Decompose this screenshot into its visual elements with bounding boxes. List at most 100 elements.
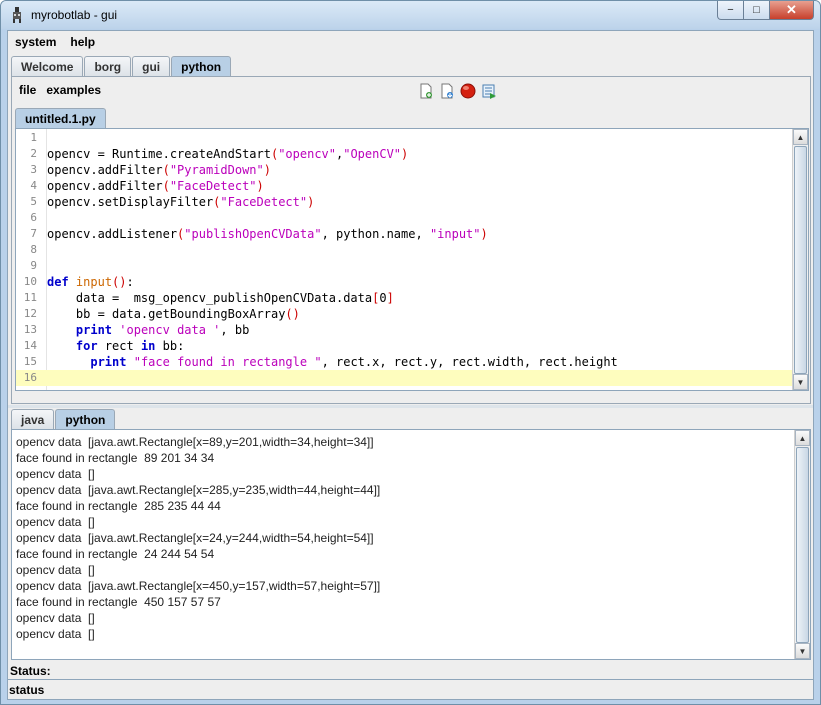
client-area: system help Welcome borg gui python file…	[7, 30, 814, 700]
code-line[interactable]: 8	[16, 242, 794, 258]
arrow-up-icon: ▲	[798, 433, 807, 443]
code-line[interactable]: 13 print 'opencv data ', bb	[16, 322, 794, 338]
code-area[interactable]: 1 2 opencv = Runtime.createAndStart("openc…	[16, 130, 794, 386]
console-lines: opencv data [java.awt.Rectangle[x=89,y=2…	[16, 434, 380, 642]
code-line[interactable]: 3 opencv.addFilter("PyramidDown")	[16, 162, 794, 178]
close-button[interactable]: ✕	[770, 1, 814, 20]
code-line[interactable]: 5 opencv.setDisplayFilter("FaceDetect")	[16, 194, 794, 210]
console-output[interactable]: opencv data [java.awt.Rectangle[x=89,y=2…	[11, 429, 811, 660]
code-text: for rect in bb:	[75, 339, 185, 353]
code-line[interactable]: 1	[16, 130, 794, 146]
code-line[interactable]: 15 print "face found in rectangle ", rec…	[16, 354, 794, 370]
menu-bar: system help	[8, 31, 813, 53]
line-number: 10	[23, 275, 37, 288]
line-number: 4	[30, 179, 37, 192]
code-line[interactable]: 12 bb = data.getBoundingBoxArray()	[16, 306, 794, 322]
editor-scrollbar[interactable]: ▲ ▼	[792, 129, 808, 390]
tab-java[interactable]: java	[11, 409, 55, 429]
code-text: opencv.addFilter("FaceDetect")	[47, 179, 264, 193]
code-text: print 'opencv data ', bb	[75, 323, 250, 337]
minimize-button[interactable]: −	[717, 1, 744, 20]
window-controls: − □ ✕	[717, 1, 814, 20]
line-number: 13	[23, 323, 37, 336]
status-label: Status:	[10, 664, 51, 678]
scroll-down-button[interactable]: ▼	[795, 643, 810, 659]
stop-icon[interactable]	[460, 83, 476, 99]
code-line[interactable]: 7 opencv.addListener("publishOpenCVData",…	[16, 226, 794, 242]
console-tabs: java python	[11, 409, 116, 429]
code-line[interactable]: 14 for rect in bb:	[16, 338, 794, 354]
code-text: opencv.setDisplayFilter("FaceDetect")	[47, 195, 315, 209]
tab-python-console[interactable]: python	[55, 409, 116, 429]
console-line: opencv data []	[16, 563, 95, 577]
code-line[interactable]: 9	[16, 258, 794, 274]
split-divider[interactable]	[8, 405, 813, 408]
code-line[interactable]: 4 opencv.addFilter("FaceDetect")	[16, 178, 794, 194]
console-line: opencv data [java.awt.Rectangle[x=89,y=2…	[16, 435, 374, 449]
service-tabs: Welcome borg gui python	[11, 56, 232, 76]
maximize-icon: □	[753, 4, 760, 16]
scroll-thumb[interactable]	[794, 146, 807, 374]
code-text: opencv.addFilter("PyramidDown")	[47, 163, 271, 177]
code-line[interactable]: 16	[16, 370, 794, 386]
line-number: 6	[30, 211, 37, 224]
window-title: myrobotlab - gui	[31, 8, 118, 22]
line-number: 7	[30, 227, 37, 240]
console-line: opencv data [java.awt.Rectangle[x=24,y=2…	[16, 531, 374, 545]
tab-welcome[interactable]: Welcome	[11, 56, 84, 76]
code-text: data = msg_opencv_publishOpenCVData.data…	[47, 291, 394, 305]
console-line: opencv data []	[16, 467, 95, 481]
title-bar[interactable]: myrobotlab - gui − □ ✕	[1, 1, 820, 29]
console-line: opencv data []	[16, 627, 95, 641]
python-menu: file examples	[19, 83, 111, 97]
minimize-icon: −	[727, 4, 734, 16]
console-line: opencv data []	[16, 515, 95, 529]
console-line: opencv data [java.awt.Rectangle[x=450,y=…	[16, 579, 381, 593]
scroll-down-button[interactable]: ▼	[793, 374, 808, 390]
open-file-icon[interactable]	[439, 83, 455, 99]
arrow-down-icon: ▼	[796, 377, 805, 387]
close-icon: ✕	[786, 2, 797, 17]
menu-file[interactable]: file	[19, 83, 36, 97]
python-panel: file examples untitled.1.py 1 2 opencv =…	[11, 76, 811, 404]
line-number: 5	[30, 195, 37, 208]
console-line: face found in rectangle 24 244 54 54	[16, 547, 215, 561]
code-line[interactable]: 11 data = msg_opencv_publishOpenCVData.d…	[16, 290, 794, 306]
console-line: face found in rectangle 450 157 57 57	[16, 595, 221, 609]
app-window: myrobotlab - gui − □ ✕ system help Welco…	[0, 0, 821, 705]
status-bar: status	[9, 683, 45, 697]
line-number: 3	[30, 163, 37, 176]
status-separator	[7, 679, 814, 680]
code-text: print "face found in rectangle ", rect.x…	[90, 355, 618, 369]
robot-app-icon	[13, 7, 21, 23]
execute-icon[interactable]	[481, 83, 497, 99]
code-line[interactable]: 2 opencv = Runtime.createAndStart("opencv…	[16, 146, 794, 162]
line-number: 12	[23, 307, 37, 320]
menu-system[interactable]: system	[15, 35, 56, 49]
line-number: 11	[23, 291, 37, 304]
menu-examples[interactable]: examples	[46, 83, 101, 97]
console-scrollbar[interactable]: ▲ ▼	[794, 430, 810, 659]
python-toolbar	[418, 83, 497, 99]
tab-borg[interactable]: borg	[84, 56, 132, 76]
code-text: bb = data.getBoundingBoxArray()	[47, 307, 300, 321]
code-line[interactable]: 10 def input():	[16, 274, 794, 290]
scroll-up-button[interactable]: ▲	[795, 430, 810, 446]
code-line[interactable]: 6	[16, 210, 794, 226]
line-number: 9	[30, 259, 37, 272]
tab-gui[interactable]: gui	[132, 56, 171, 76]
code-text: opencv = Runtime.createAndStart("opencv"…	[47, 147, 409, 161]
arrow-down-icon: ▼	[798, 646, 807, 656]
code-editor[interactable]: 1 2 opencv = Runtime.createAndStart("openc…	[15, 128, 809, 391]
tab-python[interactable]: python	[171, 56, 232, 76]
line-number: 1	[30, 131, 37, 144]
editor-tabs: untitled.1.py	[15, 108, 107, 128]
maximize-button[interactable]: □	[744, 1, 770, 20]
tab-untitled-py[interactable]: untitled.1.py	[15, 108, 106, 128]
new-file-icon[interactable]	[418, 83, 434, 99]
scroll-thumb[interactable]	[796, 447, 809, 643]
console-line: opencv data []	[16, 611, 95, 625]
menu-help[interactable]: help	[70, 35, 95, 49]
scroll-up-button[interactable]: ▲	[793, 129, 808, 145]
console-line: face found in rectangle 89 201 34 34	[16, 451, 215, 465]
